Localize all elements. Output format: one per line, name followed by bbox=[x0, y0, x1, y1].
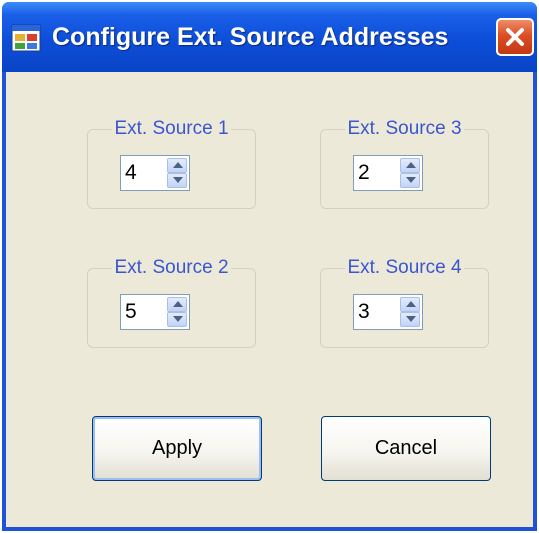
ext-source-4-stepper[interactable]: 3 bbox=[353, 294, 423, 330]
title-bar[interactable]: Configure Ext. Source Addresses bbox=[2, 2, 537, 72]
ext-source-2-increment-button[interactable] bbox=[167, 297, 187, 312]
app-window-icon bbox=[11, 24, 41, 52]
close-button[interactable] bbox=[496, 18, 534, 56]
dialog-body: Ext. Source 1 4 Ext. Source 3 2 Ext. Sou… bbox=[6, 72, 533, 527]
arrow-down-icon bbox=[406, 177, 416, 183]
ext-source-4-decrement-button[interactable] bbox=[400, 312, 420, 327]
ext-source-2-label: Ext. Source 2 bbox=[112, 256, 231, 280]
arrow-down-icon bbox=[173, 316, 183, 322]
cancel-button[interactable]: Cancel bbox=[321, 416, 491, 481]
ext-source-4-value[interactable]: 3 bbox=[358, 300, 370, 324]
arrow-up-icon bbox=[173, 162, 183, 168]
ext-source-1-stepper[interactable]: 4 bbox=[120, 155, 190, 191]
ext-source-3-value[interactable]: 2 bbox=[358, 161, 370, 185]
arrow-up-icon bbox=[173, 301, 183, 307]
arrow-down-icon bbox=[173, 177, 183, 183]
arrow-up-icon bbox=[406, 162, 416, 168]
ext-source-2-stepper[interactable]: 5 bbox=[120, 294, 190, 330]
ext-source-1-increment-button[interactable] bbox=[167, 158, 187, 173]
window-title: Configure Ext. Source Addresses bbox=[52, 23, 449, 51]
ext-source-4-increment-button[interactable] bbox=[400, 297, 420, 312]
ext-source-1-group: Ext. Source 1 4 bbox=[87, 117, 256, 209]
ext-source-2-group: Ext. Source 2 5 bbox=[87, 256, 256, 348]
ext-source-4-group: Ext. Source 4 3 bbox=[320, 256, 489, 348]
arrow-down-icon bbox=[406, 316, 416, 322]
ext-source-3-decrement-button[interactable] bbox=[400, 173, 420, 188]
ext-source-1-label: Ext. Source 1 bbox=[112, 117, 231, 141]
ext-source-3-increment-button[interactable] bbox=[400, 158, 420, 173]
ext-source-3-group: Ext. Source 3 2 bbox=[320, 117, 489, 209]
close-icon bbox=[506, 28, 524, 46]
dialog-window: Configure Ext. Source Addresses Ext. Sou… bbox=[2, 2, 537, 531]
apply-button[interactable]: Apply bbox=[92, 416, 262, 481]
ext-source-2-decrement-button[interactable] bbox=[167, 312, 187, 327]
arrow-up-icon bbox=[406, 301, 416, 307]
ext-source-4-label: Ext. Source 4 bbox=[345, 256, 464, 280]
ext-source-1-decrement-button[interactable] bbox=[167, 173, 187, 188]
ext-source-1-value[interactable]: 4 bbox=[125, 161, 137, 185]
ext-source-3-stepper[interactable]: 2 bbox=[353, 155, 423, 191]
ext-source-2-value[interactable]: 5 bbox=[125, 300, 137, 324]
ext-source-3-label: Ext. Source 3 bbox=[345, 117, 464, 141]
